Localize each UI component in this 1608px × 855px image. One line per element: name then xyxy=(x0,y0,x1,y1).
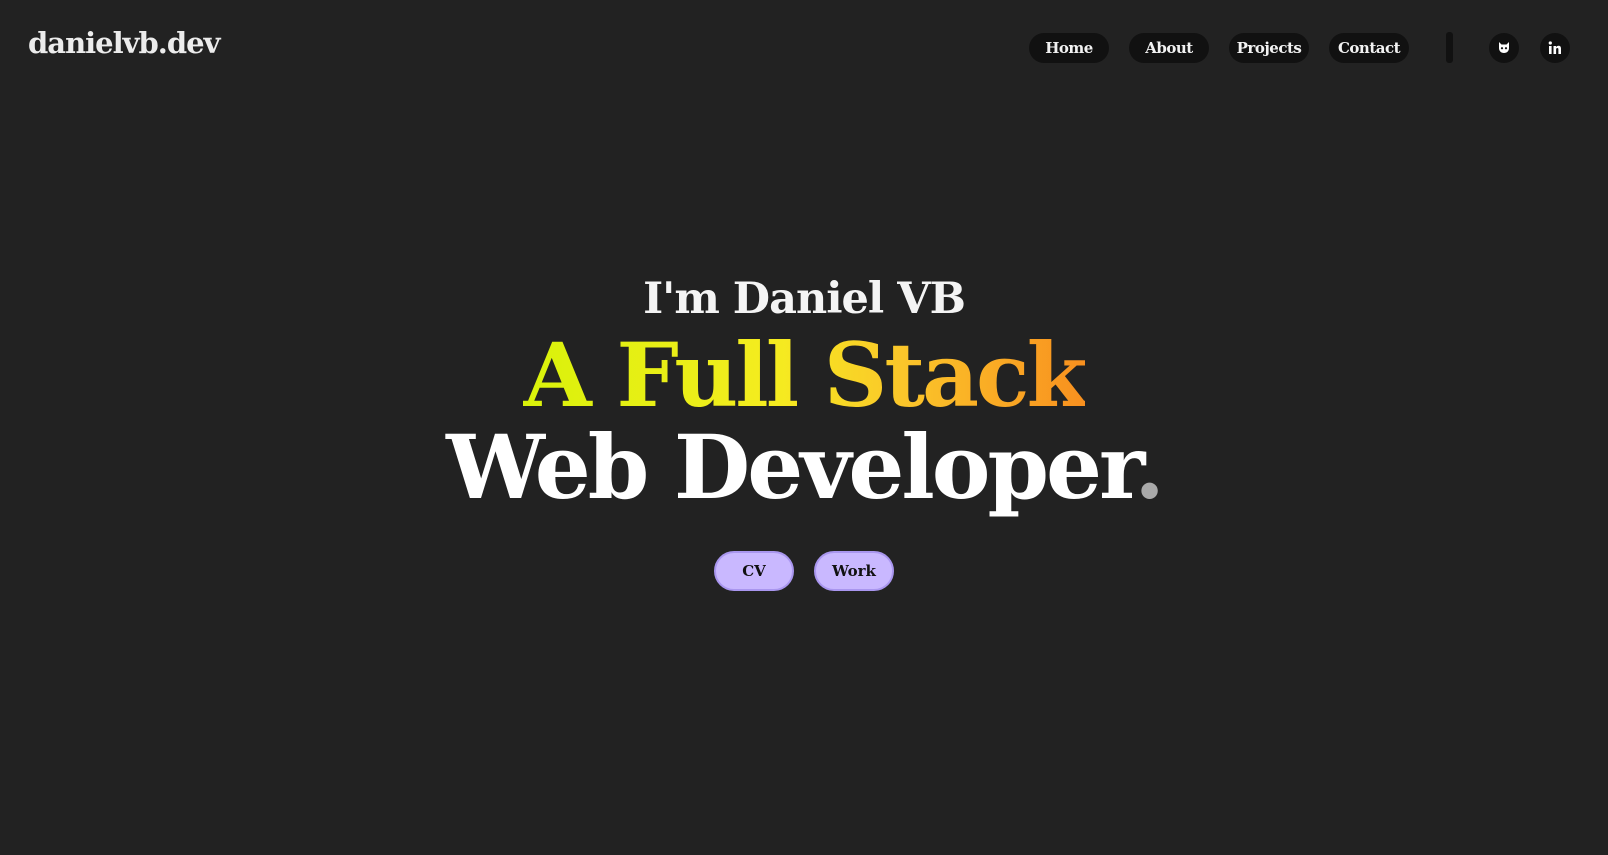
hero-intro: I'm Daniel VB xyxy=(643,274,966,324)
nav-link-home[interactable]: Home xyxy=(1029,32,1109,63)
hero-role-dot: . xyxy=(1134,415,1165,519)
hero-buttons: CV Work xyxy=(0,551,1608,591)
nav-divider xyxy=(1446,32,1453,63)
site-logo[interactable]: danielvb.dev xyxy=(28,26,220,60)
nav-link-projects[interactable]: Projects xyxy=(1229,32,1309,63)
nav-link-about[interactable]: About xyxy=(1129,32,1209,63)
cv-button[interactable]: CV xyxy=(714,551,794,591)
linkedin-icon xyxy=(1547,40,1563,56)
linkedin-link[interactable] xyxy=(1540,32,1570,63)
hero-role-title: Web Developer. xyxy=(0,423,1608,511)
hero-section: I'm Daniel VB A Full Stack Web Developer… xyxy=(0,278,1608,591)
github-link[interactable] xyxy=(1489,32,1519,63)
hero-role-text: Web Developer xyxy=(446,415,1137,519)
work-button[interactable]: Work xyxy=(814,551,894,591)
main-nav: Home About Projects Contact xyxy=(1029,32,1570,63)
hero-role-gradient: A Full Stack xyxy=(523,323,1087,427)
github-icon xyxy=(1496,40,1512,56)
nav-link-contact[interactable]: Contact xyxy=(1329,32,1409,63)
